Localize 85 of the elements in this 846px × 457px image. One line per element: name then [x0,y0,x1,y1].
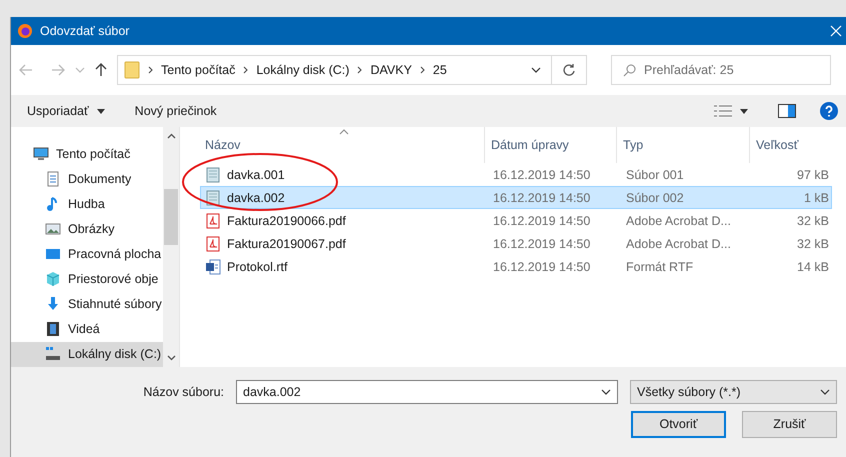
column-header[interactable]: Typ [617,127,750,163]
file-name: Faktura20190066.pdf [227,214,346,228]
folder-icon [124,61,140,79]
file-name: Protokol.rtf [227,260,288,274]
table-cell-text: 16.12.2019 14:50 [492,236,592,252]
sidebar-item[interactable]: Obrázky [11,216,163,242]
up-arrow-icon[interactable] [95,63,107,77]
browser-logo-icon [17,23,33,39]
breadcrumb[interactable]: Tento počítač [161,63,236,77]
close-icon[interactable] [830,25,842,37]
view-list-icon[interactable] [714,105,732,117]
file-name: davka.002 [227,190,285,204]
caret-icon [96,108,105,114]
chevron-right-icon [243,66,248,74]
file-row[interactable]: Faktura20190067.pdf 16.12.2019 14:50 Adobe Acrobat D... 32 kB [200,232,832,255]
table-cell-text: 32 kB [796,212,829,230]
monitor-icon [33,146,49,162]
file-row[interactable]: Protokol.rtf 16.12.2019 14:50 Formát RTF 14 kB [200,255,832,278]
file-row[interactable]: Faktura20190066.pdf 16.12.2019 14:50 Adobe Acrobat D... 32 kB [200,209,832,232]
file-row[interactable]: davka.002 16.12.2019 14:50 Súbor 002 1 kB [200,186,832,209]
help-icon[interactable] [820,102,838,120]
window-title: Odovzdať súbor [40,24,130,38]
sidebar-item[interactable]: Lokálny disk (C:) [11,342,163,367]
column-header[interactable]: Veľkosť [750,127,838,163]
file-name-label: Názov súboru: [143,385,224,399]
table-cell-text: 97 kB [796,166,829,184]
preview-pane-icon[interactable] [778,104,796,118]
column-header[interactable]: Dátum úpravy [485,127,617,163]
dropdown-icon [601,389,611,395]
dialog-button[interactable]: Zrušiť [742,410,837,438]
file-name: Faktura20190067.pdf [227,236,346,250]
cube-icon [45,271,61,288]
table-cell-text: Súbor 002 [625,190,685,206]
table-cell-text: 16.12.2019 14:50 [492,212,592,230]
word-document-icon [205,258,221,274]
caret-icon[interactable] [740,108,748,114]
file-row[interactable]: davka.001 16.12.2019 14:50 Súbor 001 97 kB [200,163,832,186]
dropdown-icon [531,67,541,73]
breadcrumb[interactable]: DAVKY [370,63,412,77]
table-cell-text: 1 kB [802,190,829,206]
sidebar-item[interactable]: Tento počítač [11,141,163,166]
file-name: davka.001 [227,168,285,182]
text-file-icon [205,190,221,206]
file-name-field[interactable]: davka.002 [236,380,618,404]
chevron-right-icon [148,66,153,74]
file-type-dropdown[interactable]: Všetky súbory (*.*) [630,380,837,404]
table-cell-text: Súbor 001 [625,166,685,184]
drive-icon [45,346,61,362]
table-cell-text: Adobe Acrobat D... [625,212,732,230]
dropdown-icon [820,389,830,395]
sidebar-item[interactable]: Videá [11,316,163,342]
sidebar-item[interactable]: Dokumenty [11,166,163,192]
new-folder-button[interactable]: Nový priečinok [134,104,217,118]
pdf-file-icon [205,212,221,228]
chevron-right-icon [357,66,362,74]
table-cell-text: 16.12.2019 14:50 [492,258,592,276]
sidebar-item[interactable]: Priestorové obje [11,266,163,292]
dialog-button[interactable]: Otvoriť [631,410,726,438]
scrollbar-thumb[interactable] [164,189,178,245]
chevron-right-icon [420,66,425,74]
table-cell-text: 32 kB [796,236,829,252]
table-cell-text: Formát RTF [625,258,694,276]
column-header[interactable]: Názov [199,127,485,163]
recent-locations-icon [75,67,85,73]
sidebar-item[interactable]: Stiahnuté súbory [11,292,163,317]
download-arrow-icon [45,296,61,312]
table-cell-text: 16.12.2019 14:50 [492,166,592,184]
scroll-up-icon[interactable] [166,133,176,139]
sidebar-item[interactable]: Hudba [11,191,163,216]
table-cell-text: Adobe Acrobat D... [625,236,732,252]
sidebar-item[interactable]: Pracovná plocha [11,241,163,267]
breadcrumb[interactable]: Lokálny disk (C:) [256,63,350,77]
pdf-file-icon [205,236,221,252]
table-cell-text: 14 kB [796,258,829,276]
document-icon [45,170,61,187]
address-bar[interactable]: Tento počítač Lokálny disk (C:) DAVKY 25 [117,55,587,85]
refresh-icon[interactable] [562,64,576,76]
text-file-icon [205,166,221,182]
image-icon [45,220,61,237]
film-icon [45,321,61,338]
organize-button[interactable]: Usporiadať [27,104,105,118]
breadcrumb[interactable]: 25 [432,63,447,77]
table-cell-text: 16.12.2019 14:50 [492,190,592,206]
scroll-down-icon[interactable] [166,355,176,361]
search-field[interactable]: Prehľadávať: 25 [611,55,831,85]
